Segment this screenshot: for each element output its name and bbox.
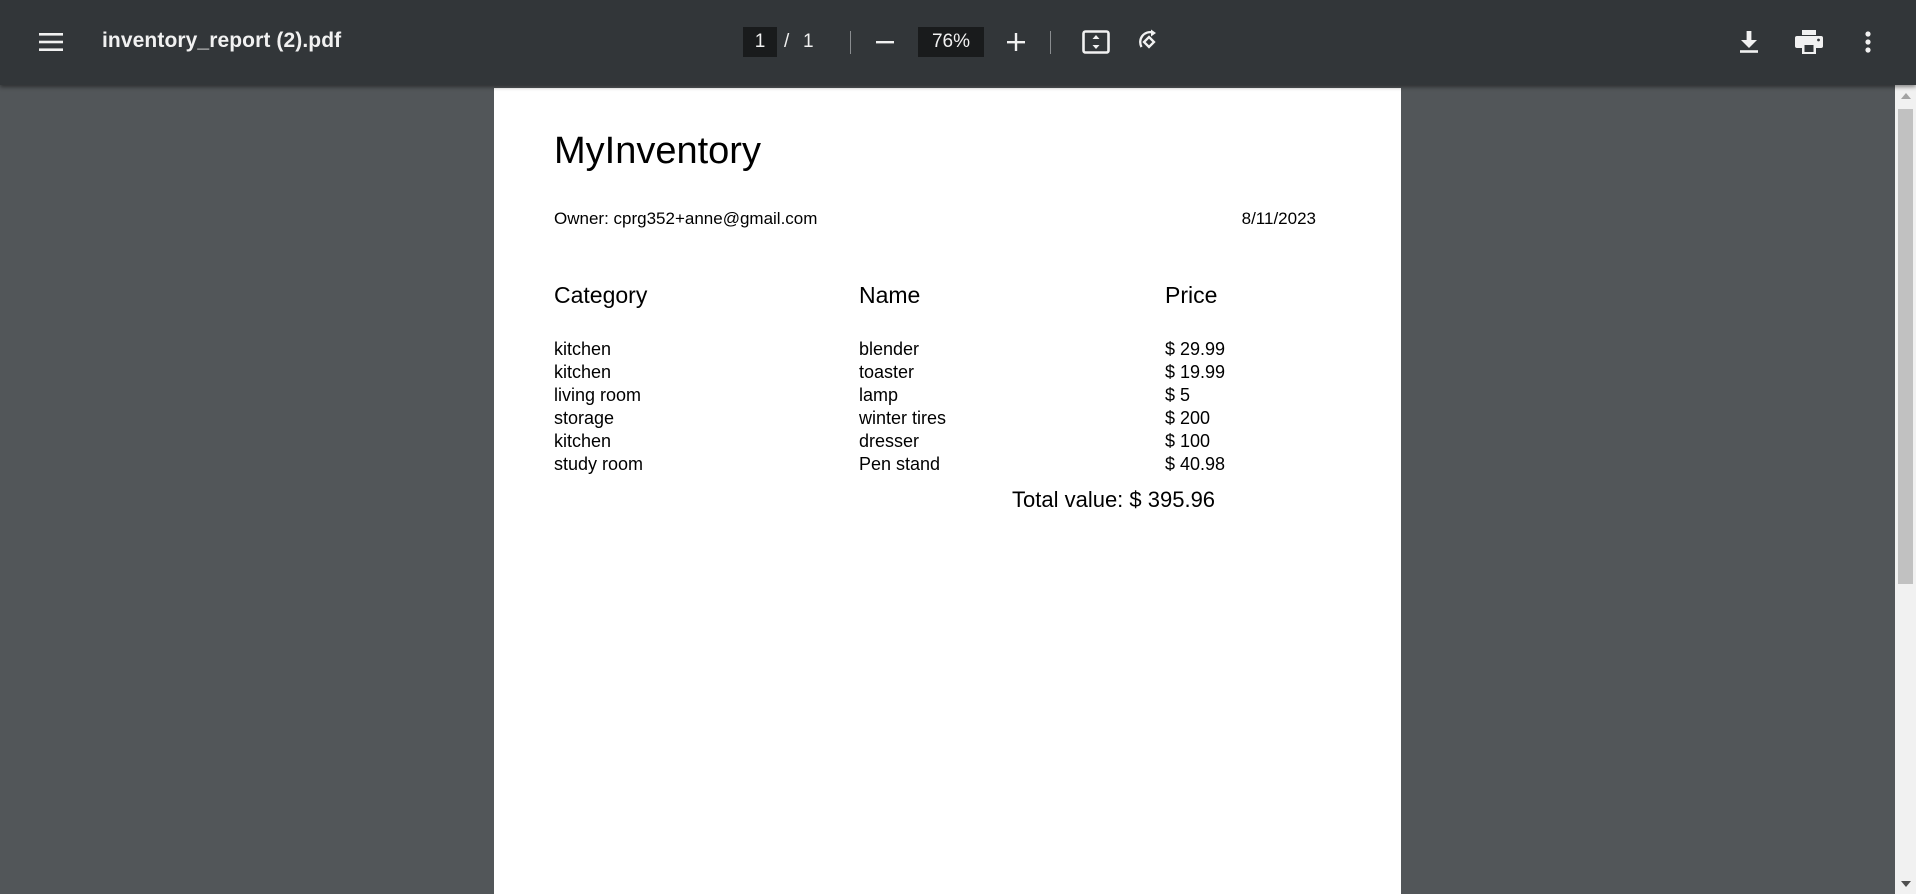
- report-date: 8/11/2023: [1241, 209, 1316, 228]
- vertical-scrollbar[interactable]: [1895, 85, 1916, 894]
- row-category: kitchen: [554, 339, 612, 359]
- row-category: study room: [554, 454, 644, 474]
- toolbar-divider: [1050, 31, 1051, 54]
- table-row: storage winter tires $ 200: [554, 408, 1314, 431]
- table-row: study room Pen stand $ 40.98: [554, 454, 1314, 477]
- row-price: $ 5: [1165, 385, 1191, 405]
- table-row: kitchen dresser $ 100: [554, 431, 1314, 454]
- table-row: kitchen blender $ 29.99: [554, 339, 1314, 362]
- inventory-table: kitchen blender $ 29.99 kitchen toaster …: [554, 339, 1314, 477]
- minus-icon[interactable]: [872, 28, 898, 56]
- row-category: storage: [554, 408, 615, 428]
- page-separator: /: [784, 31, 790, 52]
- table-row: living room lamp $ 5: [554, 385, 1314, 408]
- header-price: Price: [1165, 282, 1218, 308]
- row-price: $ 100: [1165, 431, 1211, 451]
- toolbar-divider: [850, 31, 851, 54]
- download-icon[interactable]: [1736, 28, 1762, 56]
- scroll-up-arrow-icon[interactable]: [1895, 87, 1916, 104]
- total-pages: 1: [803, 31, 814, 52]
- scroll-down-arrow-icon[interactable]: [1895, 875, 1916, 892]
- pdf-toolbar: inventory_report (2).pdf / 1: [0, 0, 1916, 85]
- row-name: toaster: [859, 362, 915, 382]
- pdf-page: MyInventory Owner: cprg352+anne@gmail.co…: [494, 88, 1401, 894]
- row-name: Pen stand: [859, 454, 941, 474]
- row-price: $ 200: [1165, 408, 1211, 428]
- document-title: MyInventory: [554, 130, 761, 172]
- row-price: $ 40.98: [1165, 454, 1226, 474]
- row-name: dresser: [859, 431, 920, 451]
- row-category: kitchen: [554, 362, 612, 382]
- plus-icon[interactable]: [1003, 28, 1029, 56]
- row-category: kitchen: [554, 431, 612, 451]
- total-value: Total value: $ 395.96: [1012, 487, 1216, 512]
- menu-icon[interactable]: [36, 28, 66, 56]
- header-name: Name: [859, 282, 921, 308]
- rotate-icon[interactable]: [1134, 27, 1164, 57]
- print-icon[interactable]: [1794, 28, 1824, 56]
- fit-to-page-icon[interactable]: [1080, 28, 1112, 56]
- row-name: lamp: [859, 385, 899, 405]
- row-name: winter tires: [859, 408, 947, 428]
- row-category: living room: [554, 385, 642, 405]
- zoom-level-input[interactable]: [918, 27, 984, 57]
- file-title: inventory_report (2).pdf: [102, 29, 342, 52]
- row-price: $ 29.99: [1165, 339, 1226, 359]
- row-price: $ 19.99: [1165, 362, 1226, 382]
- more-vertical-icon[interactable]: [1858, 28, 1878, 56]
- page-number-input[interactable]: [743, 27, 777, 57]
- owner-text: Owner: cprg352+anne@gmail.com: [554, 209, 818, 228]
- row-name: blender: [859, 339, 920, 359]
- scrollbar-thumb[interactable]: [1898, 109, 1913, 584]
- table-row: kitchen toaster $ 19.99: [554, 362, 1314, 385]
- header-category: Category: [554, 282, 648, 308]
